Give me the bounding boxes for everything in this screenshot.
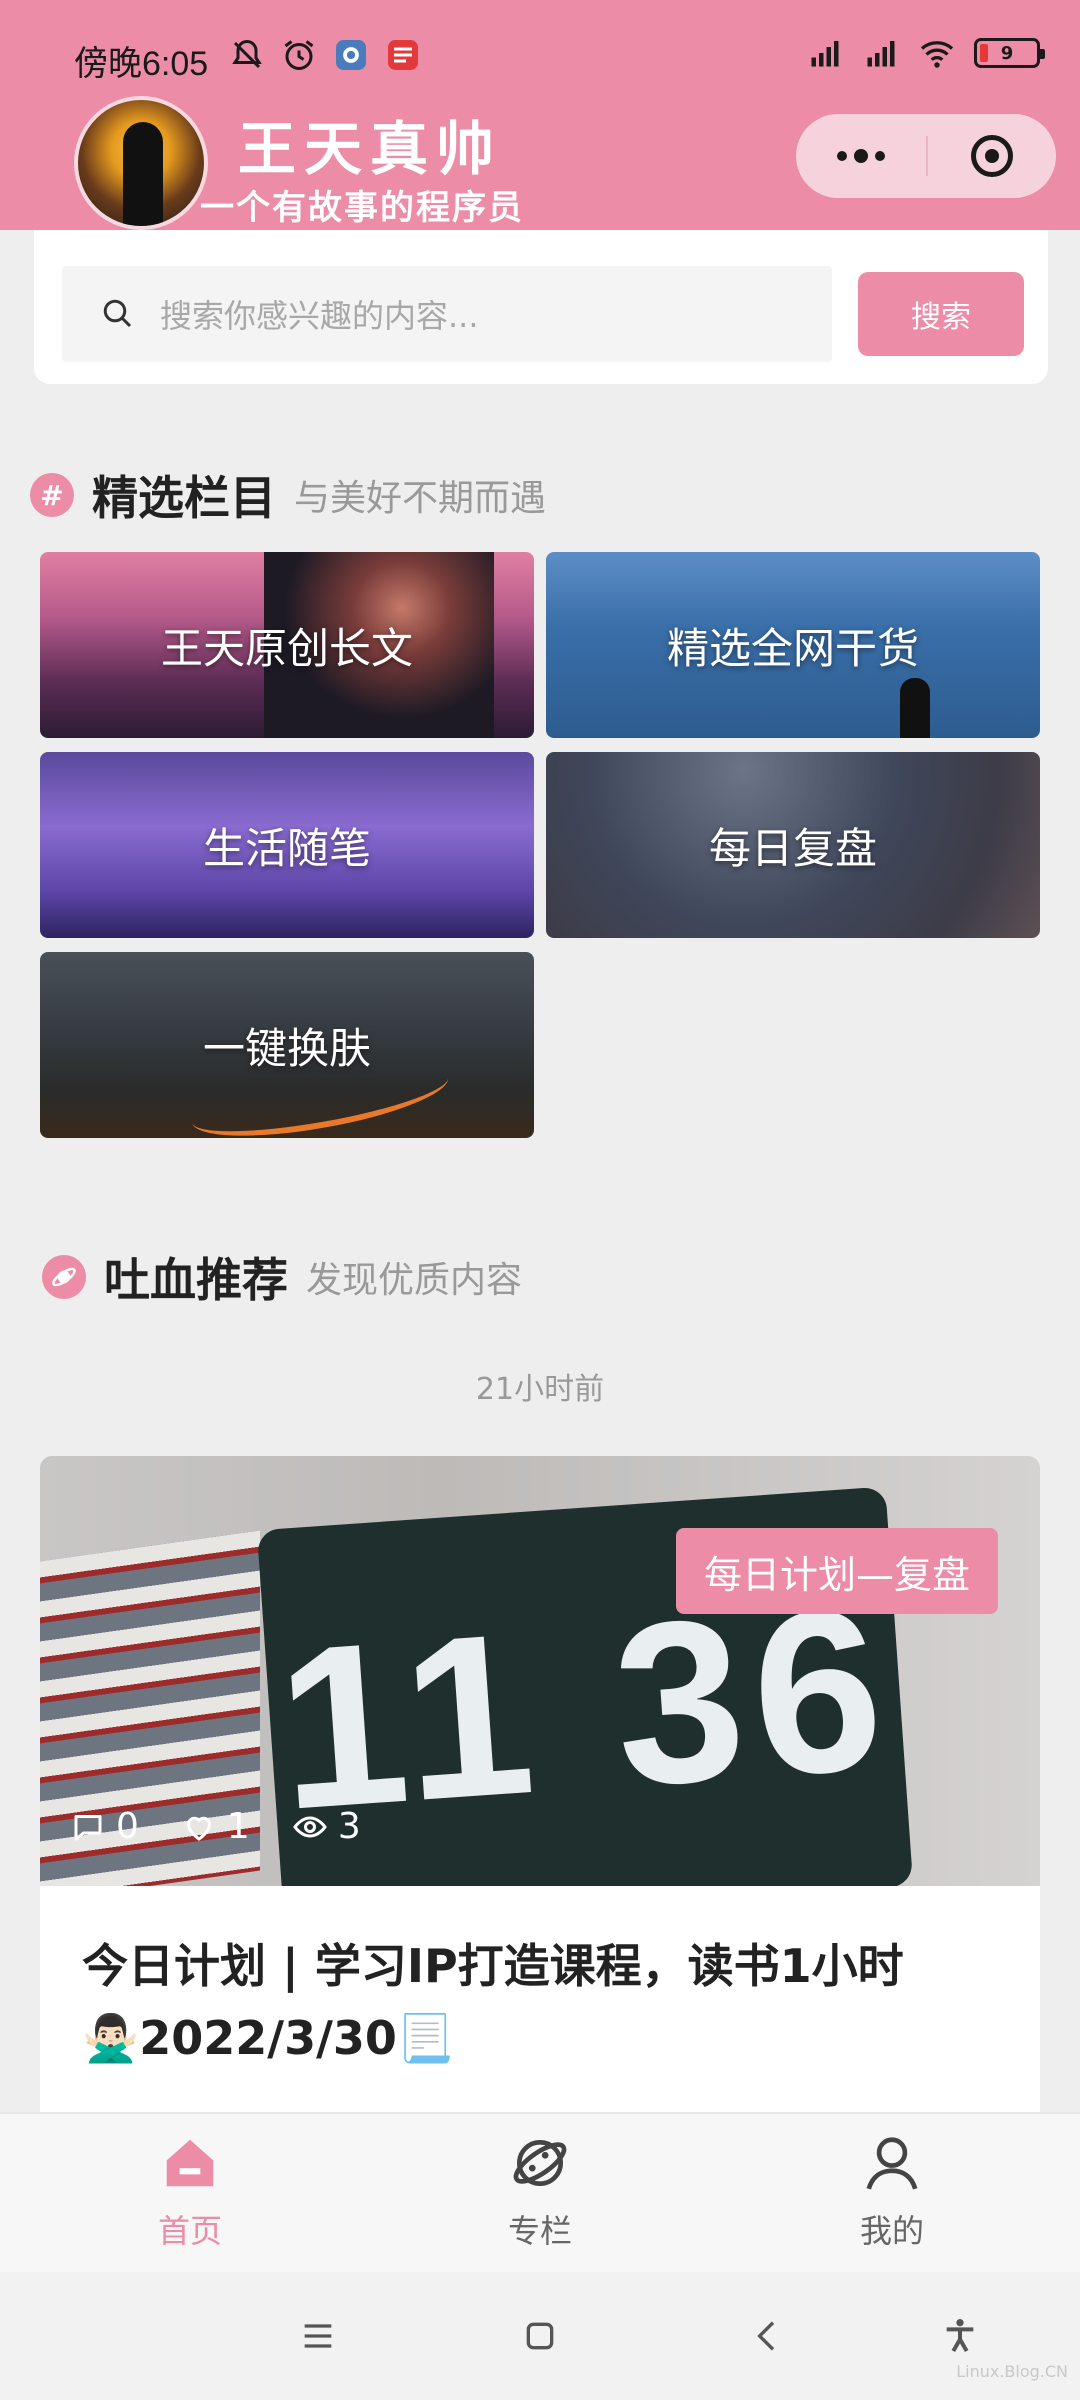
tab-profile[interactable]: 我的 bbox=[792, 2132, 992, 2272]
tile-change-theme[interactable]: 一键换肤 bbox=[40, 952, 534, 1138]
search-icon bbox=[103, 299, 132, 328]
tile-label: 精选全网干货 bbox=[666, 623, 919, 673]
watermark: Linux.Blog.CN bbox=[956, 2362, 1068, 2381]
tab-profile-label: 我的 bbox=[859, 2212, 924, 2250]
search-card: 搜索你感兴趣的内容... 搜索 bbox=[34, 230, 1048, 384]
battery-icon: 9 bbox=[974, 38, 1045, 68]
recommend-title: 吐血推荐 bbox=[104, 1253, 288, 1307]
tile-label: 每日复盘 bbox=[708, 823, 877, 873]
views-stat: 3 bbox=[292, 1806, 361, 1847]
signal-icon bbox=[806, 34, 844, 72]
target-icon bbox=[971, 135, 1013, 177]
tile-curated-content[interactable]: 精选全网干货 bbox=[546, 552, 1040, 738]
app-title: 王天真帅 bbox=[238, 115, 503, 183]
menu-nav-button[interactable] bbox=[294, 2312, 342, 2360]
system-nav-bar bbox=[0, 2272, 1080, 2400]
tile-label: 王天原创长文 bbox=[160, 623, 413, 673]
status-icons-right: 9 bbox=[806, 34, 1045, 72]
accessibility-icon bbox=[946, 2319, 974, 2352]
mute-bell-icon bbox=[228, 36, 266, 74]
news-app-icon bbox=[384, 36, 422, 74]
comments-stat: 0 bbox=[70, 1806, 139, 1847]
comment-icon bbox=[74, 1814, 102, 1840]
heart-icon bbox=[186, 1816, 211, 1841]
home-icon bbox=[166, 2139, 214, 2187]
tab-columns[interactable]: 专栏 bbox=[440, 2132, 640, 2272]
post-cover-image[interactable]: 11 36 每日计划—复盘 0 1 3 bbox=[40, 1456, 1040, 1886]
eye-icon bbox=[293, 1815, 327, 1838]
avatar[interactable] bbox=[74, 96, 208, 230]
post-stats: 0 1 3 bbox=[70, 1806, 361, 1847]
planet-icon bbox=[513, 2140, 567, 2186]
post-card[interactable]: 11 36 每日计划—复盘 0 1 3 今日计划 | 学习IP打造课程，读书1小… bbox=[40, 1456, 1040, 2116]
featured-section-header: # 精选栏目 与美好不期而遇 bbox=[30, 462, 546, 528]
dot-icon bbox=[875, 151, 885, 161]
hashtag-icon: # bbox=[30, 473, 74, 517]
likes-stat: 1 bbox=[181, 1806, 250, 1847]
search-input[interactable]: 搜索你感兴趣的内容... bbox=[62, 266, 832, 362]
post-time: 21小时前 bbox=[475, 1372, 605, 1407]
miniprogram-capsule bbox=[796, 114, 1056, 198]
status-time: 傍晚6:05 bbox=[74, 45, 209, 83]
tab-home[interactable]: 首页 bbox=[90, 2132, 290, 2272]
more-options-button[interactable] bbox=[796, 114, 926, 198]
close-miniprogram-button[interactable] bbox=[928, 114, 1056, 198]
tile-label: 一键换肤 bbox=[202, 1023, 371, 1073]
comment-count: 0 bbox=[116, 1806, 139, 1847]
post-category-tag[interactable]: 每日计划—复盘 bbox=[675, 1528, 998, 1614]
tab-columns-label: 专栏 bbox=[507, 2212, 572, 2250]
recommend-section-header: 吐血推荐 发现优质内容 bbox=[42, 1244, 522, 1310]
featured-title: 精选栏目 bbox=[92, 471, 276, 525]
view-count: 3 bbox=[337, 1806, 361, 1847]
menu-icon bbox=[304, 2324, 332, 2348]
like-count: 1 bbox=[226, 1806, 250, 1847]
back-nav-button[interactable] bbox=[744, 2312, 792, 2360]
search-placeholder: 搜索你感兴趣的内容... bbox=[160, 297, 479, 335]
dot-icon bbox=[854, 149, 868, 163]
back-icon bbox=[757, 2321, 775, 2351]
accessibility-nav-button[interactable] bbox=[936, 2312, 984, 2360]
app-subtitle: 一个有故事的程序员 bbox=[200, 188, 524, 228]
wifi-icon bbox=[918, 34, 956, 72]
recommend-subtitle: 发现优质内容 bbox=[306, 1260, 523, 1301]
bottom-tab-bar: 首页 专栏 我的 bbox=[0, 2112, 1080, 2272]
app-header: 傍晚6:05 9 王天真帅 一个有故事的程序员 bbox=[0, 0, 1080, 230]
square-icon bbox=[526, 2322, 554, 2350]
tile-label: 生活随笔 bbox=[202, 823, 371, 873]
featured-subtitle: 与美好不期而遇 bbox=[294, 478, 547, 519]
tile-original-articles[interactable]: 王天原创长文 bbox=[40, 552, 534, 738]
status-icons-left bbox=[228, 36, 422, 74]
settings-app-icon bbox=[332, 36, 370, 74]
tab-home-label: 首页 bbox=[157, 2212, 222, 2250]
signal-icon-2 bbox=[862, 34, 900, 72]
home-nav-button[interactable] bbox=[516, 2312, 564, 2360]
battery-level: 9 bbox=[1000, 42, 1014, 64]
tile-daily-review[interactable]: 每日复盘 bbox=[546, 752, 1040, 938]
alarm-icon bbox=[280, 36, 318, 74]
search-button[interactable]: 搜索 bbox=[858, 272, 1024, 356]
user-icon bbox=[866, 2137, 918, 2190]
status-bar: 傍晚6:05 9 bbox=[0, 0, 1080, 100]
dot-icon bbox=[837, 151, 847, 161]
post-title[interactable]: 今日计划 | 学习IP打造课程，读书1小时🙅🏻‍♂️2022/3/30📃 bbox=[82, 1930, 1022, 2074]
tile-life-notes[interactable]: 生活随笔 bbox=[40, 752, 534, 938]
planet-icon bbox=[42, 1255, 86, 1299]
